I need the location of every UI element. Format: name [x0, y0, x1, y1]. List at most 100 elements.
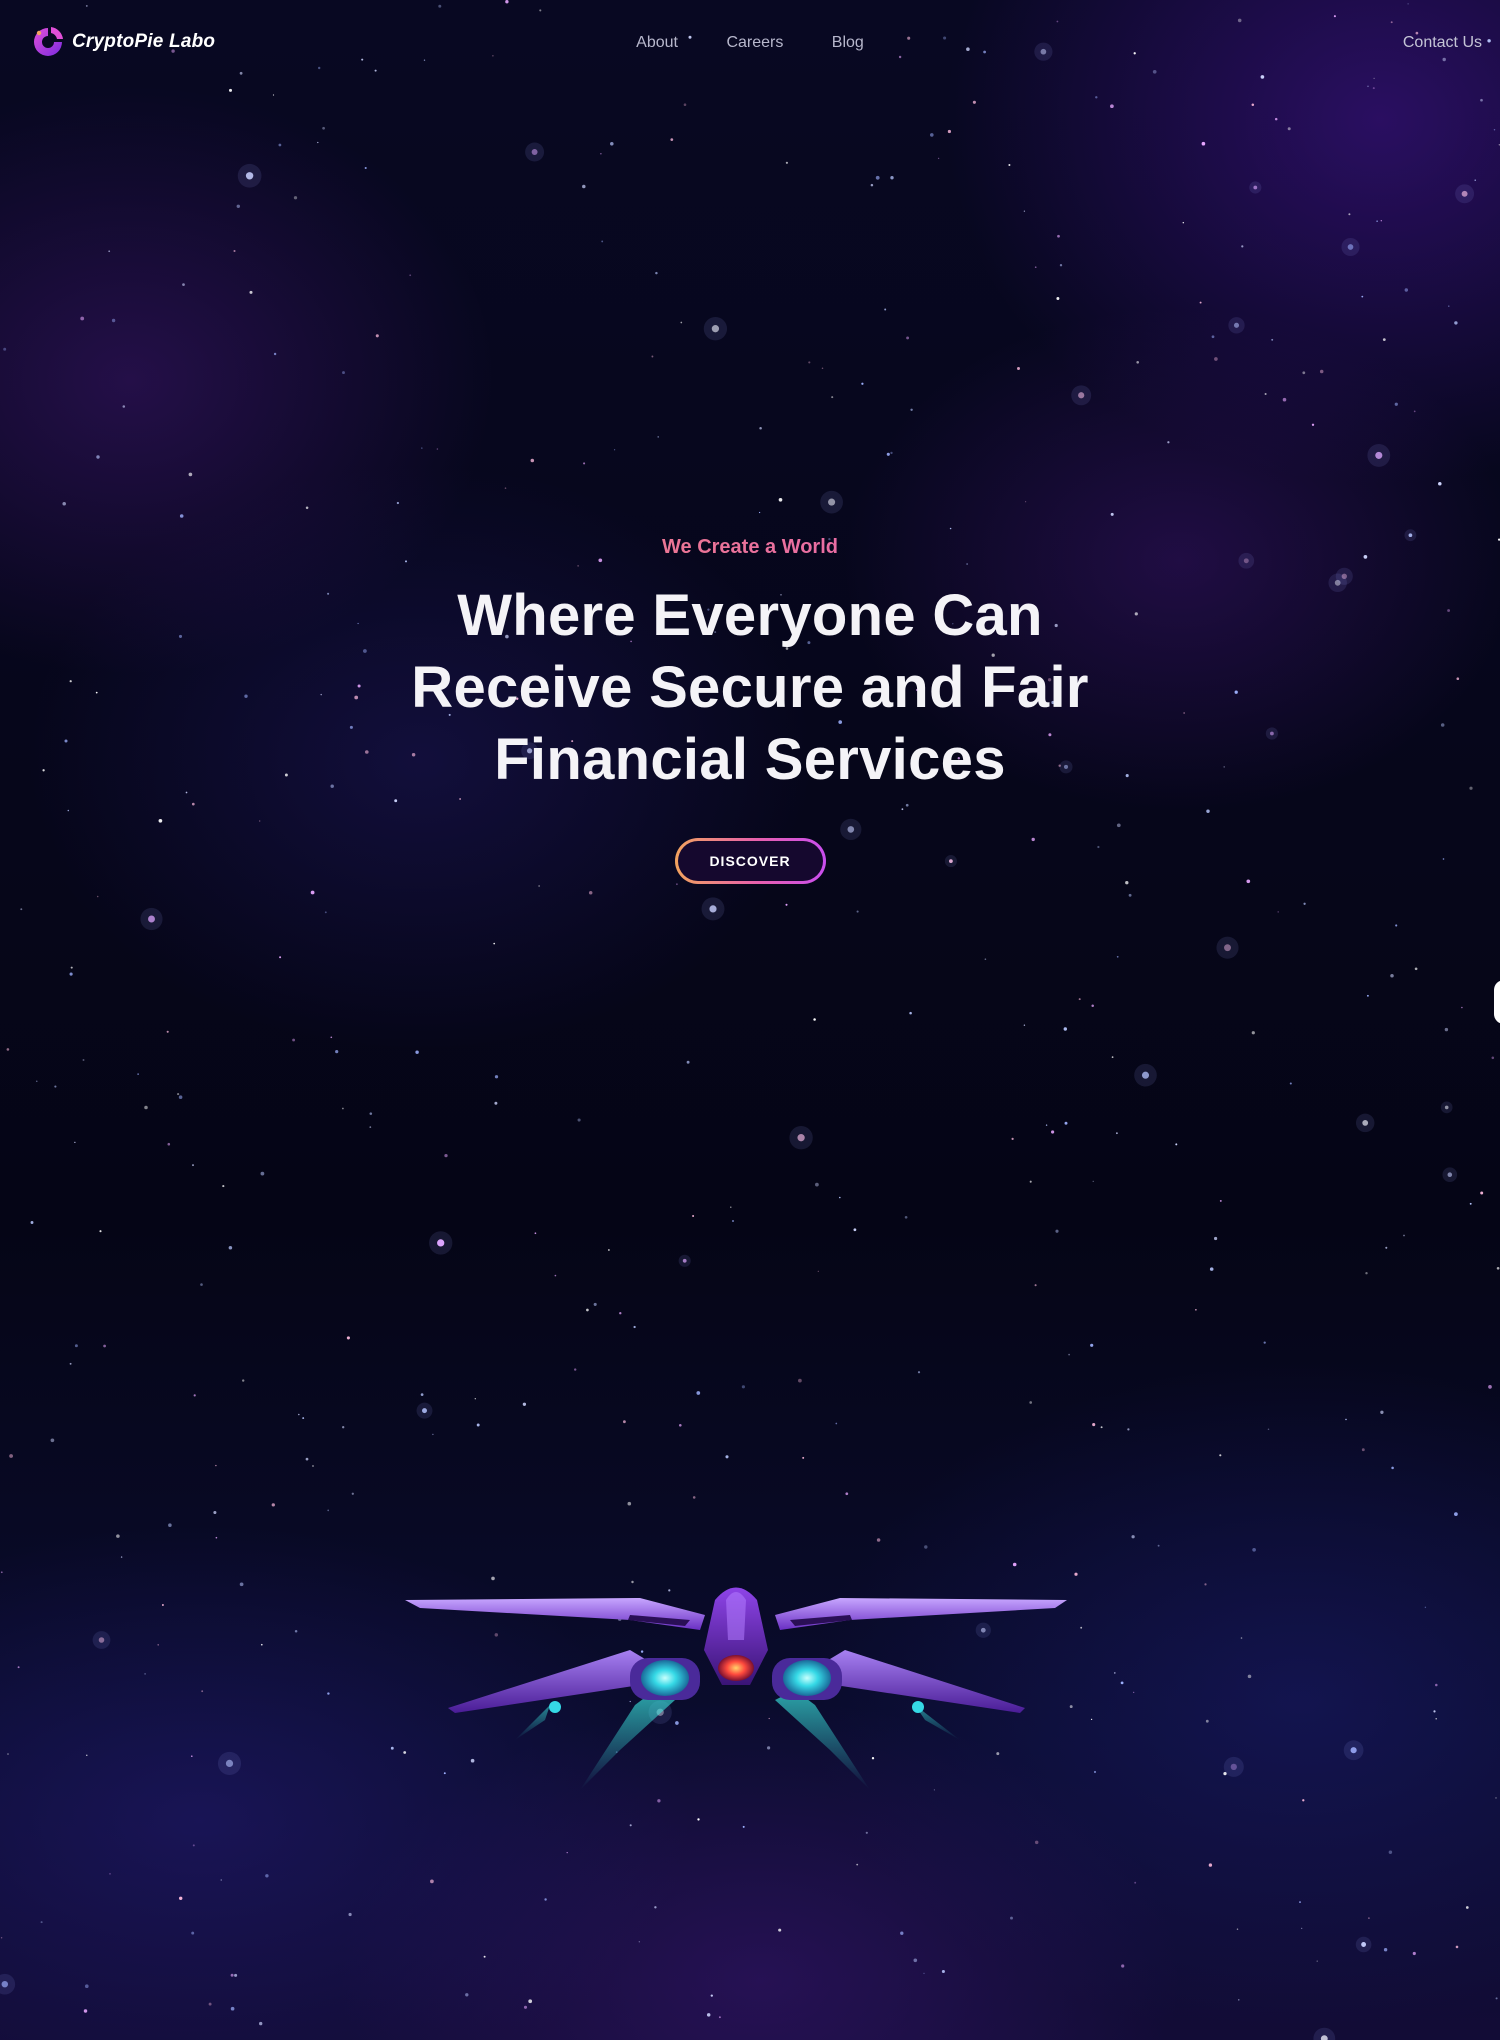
star — [815, 1182, 819, 1187]
star — [588, 890, 593, 895]
hero-eyebrow: We Create a World — [0, 532, 1500, 562]
star — [1110, 104, 1114, 109]
star — [730, 1206, 732, 1208]
star — [215, 1536, 218, 1539]
nav-link-blog[interactable]: Blog — [832, 34, 864, 52]
star — [1311, 423, 1315, 426]
star — [904, 1215, 908, 1219]
star-glow — [1313, 2027, 1336, 2040]
star — [601, 240, 604, 243]
star — [1433, 1710, 1436, 1713]
star — [758, 511, 761, 514]
star — [1361, 295, 1364, 298]
star — [1008, 163, 1011, 167]
star — [1063, 1027, 1068, 1031]
star — [1404, 288, 1409, 292]
star — [144, 1105, 148, 1110]
star — [1182, 222, 1185, 224]
discover-button[interactable]: DISCOVER — [674, 838, 826, 884]
star — [839, 1196, 841, 1199]
side-scroll-handle[interactable] — [1494, 980, 1500, 1024]
star — [17, 1666, 20, 1669]
star-glow — [678, 1254, 691, 1267]
star — [586, 1308, 589, 1312]
star — [192, 1844, 195, 1847]
star — [84, 1984, 89, 1989]
star — [923, 1972, 925, 1975]
star — [305, 1457, 309, 1461]
star — [886, 452, 890, 456]
star-glow — [1343, 1740, 1364, 1761]
star — [870, 183, 874, 187]
star — [657, 436, 659, 438]
nav-link-careers[interactable]: Careers — [726, 34, 783, 52]
star — [1110, 512, 1114, 516]
star — [1167, 441, 1170, 444]
star-glow — [525, 142, 545, 162]
star — [861, 382, 864, 385]
star — [1029, 1401, 1033, 1404]
star — [1299, 1901, 1301, 1904]
star — [476, 1423, 480, 1427]
star — [785, 903, 788, 906]
star-glow — [789, 1126, 813, 1150]
star — [74, 1344, 78, 1348]
star — [638, 1941, 640, 1943]
star — [242, 1379, 245, 1382]
star — [696, 1391, 701, 1395]
star — [1024, 501, 1027, 503]
star — [856, 1863, 859, 1866]
star — [1465, 1906, 1469, 1909]
star — [188, 472, 193, 477]
star — [191, 1931, 195, 1935]
star — [1251, 103, 1255, 107]
star — [651, 355, 654, 358]
star — [234, 1973, 238, 1977]
star — [272, 94, 275, 96]
star — [1271, 338, 1274, 341]
star — [683, 103, 687, 106]
star — [465, 1993, 469, 1997]
star — [610, 142, 614, 146]
star-glow — [429, 1231, 453, 1255]
star — [99, 1230, 102, 1233]
nav-link-about[interactable]: About — [636, 34, 678, 52]
star — [62, 501, 66, 506]
star-glow — [237, 163, 262, 188]
star — [741, 1385, 745, 1389]
star — [298, 1413, 300, 1416]
star — [692, 1215, 695, 1217]
star — [161, 1604, 164, 1606]
star — [233, 249, 236, 253]
contact-us-link[interactable]: Contact Us — [1403, 34, 1482, 52]
star — [1289, 1082, 1292, 1085]
star — [236, 204, 241, 209]
star — [1301, 1927, 1303, 1930]
star — [293, 196, 298, 200]
star — [342, 1426, 345, 1429]
star — [654, 1906, 657, 1909]
star — [116, 1534, 120, 1538]
star — [1116, 955, 1119, 958]
star — [544, 1898, 547, 1901]
star — [1435, 1683, 1438, 1687]
star — [109, 1873, 111, 1875]
star — [1394, 402, 1398, 406]
star — [574, 1368, 577, 1371]
star — [1131, 1535, 1135, 1539]
star — [817, 1270, 819, 1272]
star — [1454, 321, 1458, 325]
star — [613, 449, 616, 451]
star — [3, 347, 7, 351]
star — [1093, 1770, 1097, 1774]
star — [917, 1371, 921, 1374]
star — [865, 1831, 868, 1834]
star — [1444, 1027, 1449, 1032]
star — [483, 1955, 486, 1958]
star — [1034, 266, 1037, 269]
star — [1413, 410, 1416, 413]
star — [278, 143, 282, 147]
star — [369, 1126, 372, 1128]
star — [1029, 1180, 1032, 1183]
star — [633, 1325, 636, 1329]
